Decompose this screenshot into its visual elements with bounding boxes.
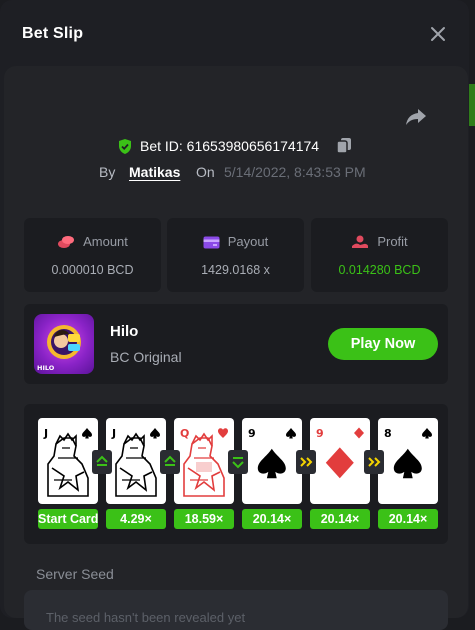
playing-card: 9: [310, 418, 370, 504]
playing-card: J: [38, 418, 98, 504]
face-card-illustration: [47, 432, 89, 497]
server-seed-label: Server Seed: [36, 566, 114, 582]
bet-id: Bet ID: 61653980656174174: [140, 138, 320, 154]
card-multiplier-badge: 20.14×: [378, 509, 438, 529]
card-multiplier-badge: 20.14×: [310, 509, 370, 529]
face-card-illustration: [115, 432, 157, 497]
payout-label: Payout: [227, 234, 269, 249]
card-suit-center: [325, 447, 354, 479]
close-icon[interactable]: [426, 22, 450, 46]
coins-icon: [58, 236, 75, 248]
playing-card: 8: [378, 418, 438, 504]
on-label: On: [196, 164, 215, 180]
game-subtitle: BC Original: [110, 349, 182, 365]
playing-card: 9: [242, 418, 302, 504]
skip-arrow-icon: [364, 450, 384, 474]
higher-arrow-icon: [92, 450, 112, 474]
card-suit-center: [393, 448, 422, 479]
card-history: J Start Card J 4.29× Q 18.59× 9 20.14× 9 20.14× 8 2…: [24, 404, 448, 544]
wallet-icon: [203, 236, 220, 249]
playing-card: J: [106, 418, 166, 504]
profit-icon: [352, 235, 369, 248]
by-label: By: [99, 164, 116, 180]
copy-icon[interactable]: [336, 137, 352, 154]
amount-label: Amount: [83, 234, 128, 249]
verified-shield-icon: [117, 138, 133, 155]
modal-title: Bet Slip: [22, 25, 84, 42]
higher-arrow-icon: [160, 450, 180, 474]
player-username-link[interactable]: Matikas: [129, 164, 180, 180]
profit-label: Profit: [377, 234, 408, 249]
game-name: Hilo: [110, 323, 139, 340]
card-multiplier-badge: 18.59×: [174, 509, 234, 529]
amount-value: 0.000010 BCD: [51, 263, 134, 277]
profit-value: 0.014280 BCD: [338, 263, 421, 277]
hilo-game-icon: HILO: [34, 314, 94, 374]
payout-stat: Payout 1429.0168 x: [167, 218, 304, 292]
profit-stat: Profit 0.014280 BCD: [311, 218, 448, 292]
lower-arrow-icon: [228, 450, 248, 474]
share-icon[interactable]: [404, 106, 428, 128]
face-card-illustration: [183, 432, 225, 497]
card-multiplier-badge: Start Card: [38, 509, 98, 529]
bet-date: 5/14/2022, 8:43:53 PM: [224, 164, 366, 180]
payout-value: 1429.0168 x: [201, 263, 270, 277]
amount-stat: Amount 0.000010 BCD: [24, 218, 161, 292]
card-multiplier-badge: 20.14×: [242, 509, 302, 529]
card-multiplier-badge: 4.29×: [106, 509, 166, 529]
skip-arrow-icon: [296, 450, 316, 474]
card-suit-center: [257, 448, 286, 479]
hilo-logo-text: HILO: [37, 364, 55, 372]
playing-card: Q: [174, 418, 234, 504]
play-now-button[interactable]: Play Now: [328, 328, 438, 360]
